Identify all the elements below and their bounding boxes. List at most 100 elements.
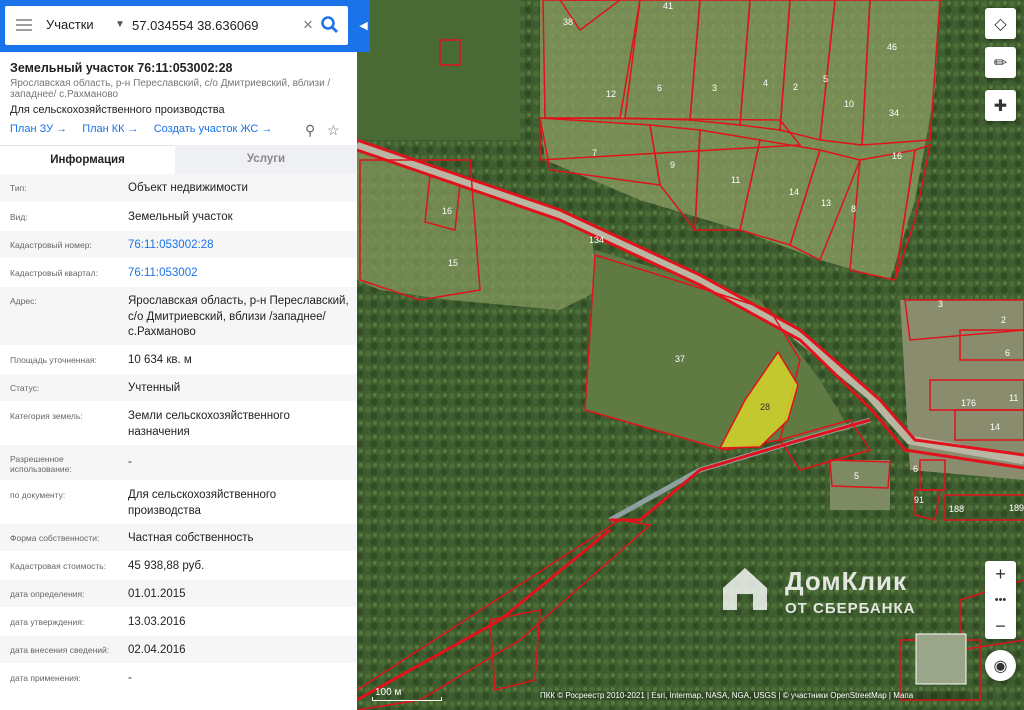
tab-info[interactable]: Информация xyxy=(0,145,175,174)
svg-text:188: 188 xyxy=(949,504,964,514)
svg-text:11: 11 xyxy=(731,175,740,185)
svg-text:37: 37 xyxy=(675,354,685,364)
svg-text:14: 14 xyxy=(789,187,799,197)
row-label: по документу: xyxy=(10,490,66,500)
svg-text:6: 6 xyxy=(913,464,918,474)
svg-text:12: 12 xyxy=(606,89,616,99)
svg-text:189: 189 xyxy=(1009,503,1024,513)
svg-text:11: 11 xyxy=(1009,393,1018,403)
svg-text:5: 5 xyxy=(854,471,859,481)
info-row: Форма собственности: Частная собственнос… xyxy=(0,524,357,552)
info-row: Статус: Учтенный xyxy=(0,374,357,402)
info-row: дата определения: 01.01.2015 xyxy=(0,580,357,608)
svg-text:3: 3 xyxy=(712,83,717,93)
watermark-line2: ОТ СБЕРБАНКА xyxy=(785,600,916,617)
row-label: Адрес: xyxy=(10,296,37,306)
row-label: Вид: xyxy=(10,212,28,222)
svg-text:9: 9 xyxy=(670,160,675,170)
chevron-down-icon[interactable]: ▼ xyxy=(115,19,125,30)
row-value: Земли сельскохозяйственного назначения xyxy=(128,410,290,438)
row-value: 10 634 кв. м xyxy=(128,354,192,366)
svg-text:16: 16 xyxy=(892,151,902,161)
crosshair-icon: ✚ xyxy=(993,97,1008,115)
collapse-panel-button[interactable]: ◀ xyxy=(357,0,370,52)
info-panel: Участки ▼ × Земельный участок 76:11:0530… xyxy=(0,0,357,710)
search-doc-icon[interactable]: ⚲ xyxy=(305,122,315,139)
row-value: 45 938,88 руб. xyxy=(128,560,205,572)
svg-text:2: 2 xyxy=(793,82,798,92)
svg-text:34: 34 xyxy=(889,108,899,118)
compass-icon: ◉ xyxy=(993,657,1008,675)
clear-icon[interactable]: × xyxy=(303,15,313,35)
row-value: Земельный участок xyxy=(128,211,233,223)
row-label: Статус: xyxy=(10,383,40,393)
parcel-address-short: Ярославская область, р-н Переславский, с… xyxy=(10,78,331,100)
row-label: дата утверждения: xyxy=(10,617,85,627)
create-parcel-link[interactable]: Создать участок ЖС → xyxy=(154,123,273,135)
svg-text:2: 2 xyxy=(1001,315,1006,325)
row-value: Для сельскохозяйственного производства xyxy=(128,489,277,517)
svg-text:13: 13 xyxy=(821,198,831,208)
layers-button[interactable]: ◇ xyxy=(985,8,1016,39)
house-logo-icon xyxy=(723,568,767,610)
cadastral-number-link[interactable]: 76:11:053002:28 xyxy=(128,238,350,254)
svg-text:16: 16 xyxy=(442,206,452,216)
measure-button[interactable]: ✏ xyxy=(985,47,1016,78)
layer-select[interactable]: Участки xyxy=(46,17,94,32)
zoom-out-button[interactable]: − xyxy=(985,613,1016,639)
parcel-title: Земельный участок 76:11:053002:28 xyxy=(10,61,233,75)
search-bar: Участки ▼ × xyxy=(0,0,357,52)
locate-button[interactable]: ✚ xyxy=(985,90,1016,121)
star-icon[interactable]: ☆ xyxy=(327,122,340,139)
svg-text:4: 4 xyxy=(763,78,768,88)
svg-text:8: 8 xyxy=(851,204,856,214)
info-row: по документу: Для сельскохозяйственного … xyxy=(0,481,357,524)
search-input[interactable] xyxy=(132,14,302,36)
info-row: Кадастровый квартал: 76:11:053002 xyxy=(0,259,357,287)
row-value: - xyxy=(128,672,132,684)
map-canvas[interactable]: 38 41 46 12 6 3 4 2 5 10 34 7 9 11 14 13… xyxy=(357,0,1024,710)
menu-icon[interactable] xyxy=(16,19,32,31)
svg-text:28: 28 xyxy=(760,402,770,412)
row-label: дата внесения сведений: xyxy=(10,645,110,655)
info-row: дата утверждения: 13.03.2016 xyxy=(0,608,357,636)
svg-text:6: 6 xyxy=(1005,348,1010,358)
svg-text:134: 134 xyxy=(589,235,604,245)
row-label: Кадастровый номер: xyxy=(10,240,92,250)
row-value: Ярославская область, р-н Переславский, с… xyxy=(128,295,349,338)
cadastral-quarter-link[interactable]: 76:11:053002 xyxy=(128,266,350,282)
row-value: 02.04.2016 xyxy=(128,644,186,656)
row-value: Частная собственность xyxy=(128,532,254,544)
tabs: Информация Услуги xyxy=(0,145,357,174)
info-row: Вид: Земельный участок xyxy=(0,203,357,231)
row-label: Форма собственности: xyxy=(10,533,100,543)
row-label: дата применения: xyxy=(10,673,81,683)
row-value: 13.03.2016 xyxy=(128,616,186,628)
plan-zu-link[interactable]: План ЗУ → xyxy=(10,123,67,135)
row-value: Учтенный xyxy=(128,382,181,394)
ruler-icon: ✏ xyxy=(993,54,1008,72)
svg-text:46: 46 xyxy=(887,42,897,52)
row-label: Категория земель: xyxy=(10,411,83,421)
svg-text:3: 3 xyxy=(938,299,943,309)
zoom-in-button[interactable]: + xyxy=(985,561,1016,587)
row-label: Тип: xyxy=(10,183,27,193)
svg-text:176: 176 xyxy=(961,398,976,408)
row-label: Кадастровая стоимость: xyxy=(10,561,107,571)
svg-text:14: 14 xyxy=(990,422,1000,432)
compass-button[interactable]: ◉ xyxy=(985,650,1016,681)
parcel-purpose: Для сельскохозяйственного производства xyxy=(10,104,225,116)
zoom-controls: + ••• − xyxy=(985,561,1016,639)
info-row: Кадастровая стоимость: 45 938,88 руб. xyxy=(0,552,357,580)
plan-kk-link[interactable]: План КК → xyxy=(82,123,138,135)
tab-services[interactable]: Услуги xyxy=(175,145,357,174)
info-row: Адрес: Ярославская область, р-н Переслав… xyxy=(0,287,357,346)
satellite-map: 38 41 46 12 6 3 4 2 5 10 34 7 9 11 14 13… xyxy=(357,0,1024,710)
search-icon[interactable] xyxy=(320,15,340,35)
zoom-more-button[interactable]: ••• xyxy=(985,587,1016,613)
info-row: дата применения: - xyxy=(0,664,357,692)
svg-text:91: 91 xyxy=(914,495,924,505)
row-label: Площадь уточненная: xyxy=(10,355,97,365)
svg-text:15: 15 xyxy=(448,258,458,268)
row-value: 01.01.2015 xyxy=(128,588,186,600)
